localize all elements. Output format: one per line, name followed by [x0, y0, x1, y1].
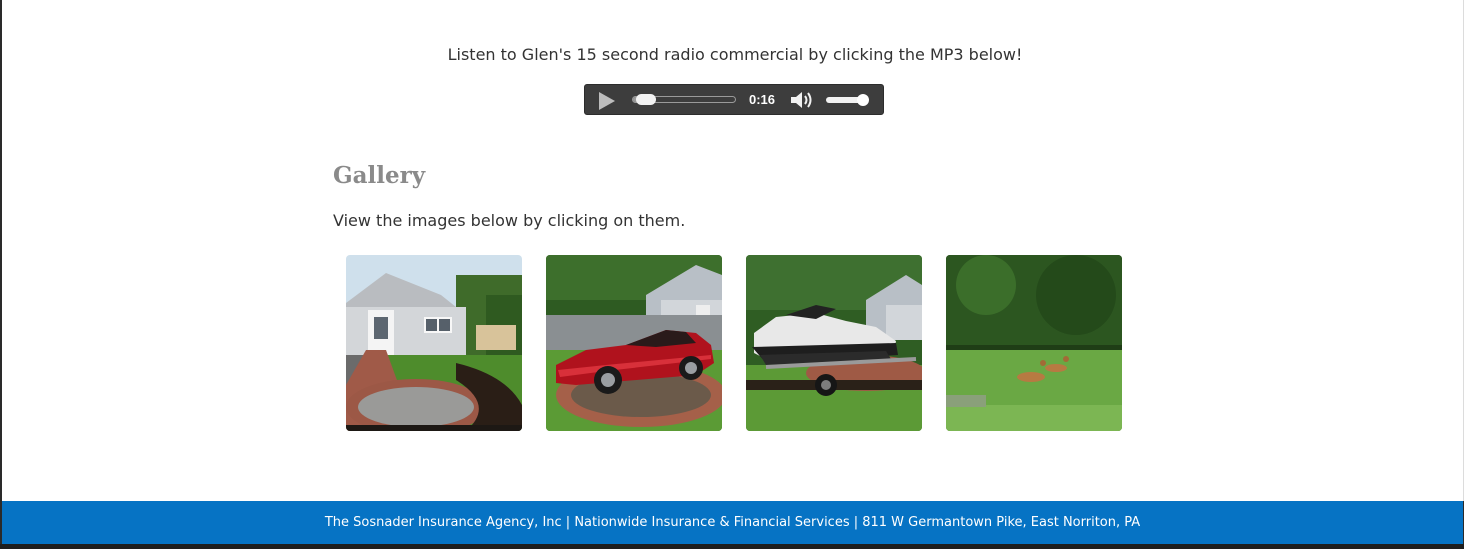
- audio-player[interactable]: 0:16: [584, 84, 884, 115]
- volume-handle[interactable]: [857, 94, 869, 106]
- page-content: Listen to Glen's 15 second radio commerc…: [2, 0, 1463, 501]
- background-strip: [0, 544, 1464, 549]
- audio-progress-bar[interactable]: [632, 94, 736, 105]
- gallery-heading: Gallery: [333, 162, 426, 189]
- audio-progress-handle[interactable]: [636, 94, 657, 105]
- gallery-thumbnail-office[interactable]: [346, 255, 522, 431]
- footer-text: The Sosnader Insurance Agency, Inc | Nat…: [324, 515, 1141, 530]
- gallery-thumbnail-jetski[interactable]: [746, 255, 922, 431]
- gallery-instructions: View the images below by clicking on the…: [333, 211, 686, 230]
- site-footer: The Sosnader Insurance Agency, Inc | Nat…: [2, 501, 1463, 544]
- volume-icon[interactable]: [790, 91, 814, 109]
- gallery-thumbnail-car[interactable]: [546, 255, 722, 431]
- radio-commercial-intro: Listen to Glen's 15 second radio commerc…: [447, 45, 1023, 64]
- audio-time: 0:16: [749, 92, 776, 107]
- play-icon[interactable]: [599, 92, 615, 110]
- gallery-thumbnail-deer[interactable]: [946, 255, 1122, 431]
